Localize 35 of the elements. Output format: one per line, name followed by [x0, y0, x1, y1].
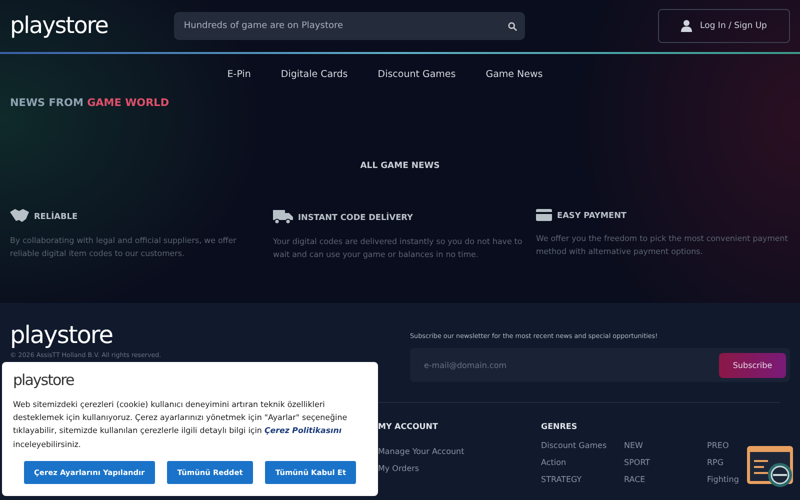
search-field[interactable]: Hundreds of game are on Playstore	[182, 20, 508, 32]
genre-link[interactable]: SPORT	[624, 457, 650, 468]
genre-link[interactable]: NEW	[624, 440, 643, 451]
nav-link[interactable]: Discount Games	[378, 69, 456, 80]
section-title: NEWS FROM GAME WORLD	[10, 97, 170, 109]
playstore-logo[interactable]: playstore	[10, 14, 108, 38]
column-title: GENRES	[541, 422, 578, 431]
genre-link[interactable]: PREO	[707, 440, 729, 451]
search-icon[interactable]	[508, 22, 517, 30]
subscribe-button[interactable]: Subscribe	[719, 352, 786, 378]
truck-icon	[273, 209, 293, 224]
genre-link[interactable]: Fighting	[707, 474, 739, 485]
genre-link[interactable]: Discount Games	[541, 440, 607, 451]
feature-title: INSTANT CODE DELİVERY	[298, 212, 413, 222]
genre-link[interactable]: RACE	[624, 474, 646, 485]
nav-link[interactable]: Game News	[486, 69, 543, 80]
user-icon	[681, 20, 692, 32]
playstore-logo[interactable]: playstore	[10, 323, 113, 347]
nav-link[interactable]: Digitale Cards	[280, 69, 348, 80]
feature-title: RELİABLE	[34, 211, 78, 221]
login-button[interactable]: Log In / Sign Up	[658, 9, 790, 43]
footer-link[interactable]: My Orders	[378, 463, 420, 474]
all-news-link[interactable]: ALL GAME NEWS	[0, 161, 800, 171]
feature-title: EASY PAYMENT	[557, 210, 627, 220]
search-bar[interactable]: Hundreds of game are on Playstore	[174, 12, 525, 40]
genre-link[interactable]: RPG	[707, 457, 724, 468]
column-title: MY ACCOUNT	[378, 422, 438, 431]
genre-link[interactable]: Action	[541, 457, 566, 468]
email-field[interactable]: e-mail@domain.com	[422, 360, 719, 370]
newsletter-bar[interactable]: e-mail@domain.com Subscribe	[410, 348, 790, 382]
playstore-logo: playstore	[13, 373, 74, 388]
genre-link[interactable]: STRATEGY	[541, 474, 582, 485]
footer-link[interactable]: Manage Your Account	[378, 446, 464, 457]
nav-link[interactable]: E-Pin	[227, 69, 251, 80]
credit-card-icon	[536, 209, 552, 221]
